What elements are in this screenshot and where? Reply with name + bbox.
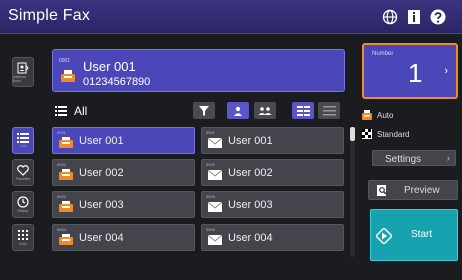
start-button[interactable]: Start — [370, 209, 458, 261]
entry-number: 0003 — [206, 194, 215, 199]
preview-icon — [377, 185, 387, 196]
address-book-icon — [17, 62, 29, 73]
resolution-icon — [362, 129, 372, 139]
list-view-icon — [322, 105, 336, 115]
selected-phone: 01234567890 — [83, 76, 151, 88]
fax-icon — [59, 169, 73, 180]
grid-view-icon — [296, 105, 310, 116]
entry-name: User 004 — [79, 232, 124, 244]
address-entry[interactable]: 0003 User 003 — [201, 191, 344, 218]
standard-label: Standard — [377, 130, 410, 139]
single-user-filter-button[interactable] — [227, 102, 249, 119]
globe-icon[interactable] — [382, 9, 398, 25]
heart-icon — [17, 164, 29, 176]
group-filter-button[interactable] — [254, 102, 276, 119]
number-button[interactable]: Number 1 › — [362, 43, 458, 99]
simple-fax-screen: Simple Fax Address Book List Favorites H… — [0, 0, 462, 280]
settings-button[interactable]: Settings › — [372, 150, 456, 166]
entry-number: 0002 — [206, 162, 215, 167]
group-icon — [258, 106, 272, 115]
clock-icon — [17, 196, 29, 208]
auto-label: Auto — [377, 111, 394, 120]
list-icon — [55, 106, 67, 116]
list-view-button[interactable] — [318, 102, 340, 119]
address-book-label: Address Book — [13, 74, 26, 83]
start-label: Start — [411, 229, 433, 240]
entry-name: User 002 — [228, 167, 273, 179]
favorites-button[interactable]: Favorites — [12, 159, 34, 186]
entry-number: 0002 — [57, 162, 66, 167]
selected-number: 0001 — [59, 58, 71, 64]
entry-name: User 003 — [228, 199, 273, 211]
help-icon[interactable] — [430, 9, 446, 25]
page-title: Simple Fax — [8, 7, 91, 24]
info-icon[interactable] — [406, 9, 422, 25]
funnel-icon — [199, 105, 209, 116]
scrollbar-thumb[interactable] — [350, 127, 355, 141]
envelope-icon — [208, 169, 222, 180]
entry-number: 0004 — [57, 227, 66, 232]
fax-icon — [59, 234, 73, 245]
history-button[interactable]: History — [12, 191, 34, 218]
scrollbar[interactable] — [350, 127, 355, 257]
entry-number: 0004 — [206, 227, 215, 232]
entry-name: User 001 — [79, 135, 124, 147]
chevron-right-icon: › — [446, 153, 450, 164]
entry-name: User 001 — [228, 135, 273, 147]
list-icon — [17, 133, 29, 143]
filter-label: All — [74, 104, 88, 118]
entry-name: User 004 — [228, 232, 273, 244]
address-entry[interactable]: 0004 User 004 — [201, 224, 344, 251]
fax-icon — [61, 70, 75, 82]
address-entry[interactable]: 0002 User 002 — [52, 159, 195, 186]
address-entry[interactable]: 0004 User 004 — [52, 224, 195, 251]
selected-name: User 001 — [83, 59, 136, 74]
list-label: List — [20, 144, 26, 148]
selected-recipient[interactable]: 0001 User 001 01234567890 — [52, 49, 345, 92]
favorites-label: Favorites — [15, 176, 31, 181]
preview-button[interactable]: Preview — [368, 180, 458, 200]
envelope-icon — [208, 234, 222, 245]
number-value: 1 — [408, 58, 423, 88]
entry-number: 0001 — [57, 130, 66, 135]
address-entry[interactable]: 0001 User 001 — [52, 127, 195, 154]
auto-icon — [362, 110, 372, 120]
list-button[interactable]: List — [12, 127, 34, 154]
user-icon — [234, 106, 242, 116]
address-book-button[interactable]: Address Book — [12, 57, 34, 87]
fax-icon — [59, 201, 73, 212]
history-label: History — [17, 209, 29, 213]
title-bar: Simple Fax — [0, 0, 462, 34]
start-diamond-icon — [376, 228, 392, 244]
entry-name: User 003 — [79, 199, 124, 211]
grid-view-button[interactable] — [292, 102, 314, 119]
entry-number: 0001 — [206, 130, 215, 135]
entry-name: User 002 — [79, 167, 124, 179]
address-entry[interactable]: 0001 User 001 — [201, 127, 344, 154]
entry-number: 0003 — [57, 194, 66, 199]
fax-icon — [59, 137, 73, 148]
address-entry[interactable]: 0002 User 002 — [201, 159, 344, 186]
settings-label: Settings — [385, 154, 422, 165]
keys-button[interactable]: Keys — [12, 224, 34, 251]
envelope-icon — [208, 137, 222, 148]
filter-button[interactable] — [193, 102, 215, 119]
chevron-right-icon: › — [444, 65, 448, 77]
envelope-icon — [208, 201, 222, 212]
keys-label: Keys — [19, 242, 27, 246]
address-entry[interactable]: 0003 User 003 — [52, 191, 195, 218]
number-label: Number — [372, 51, 394, 57]
keypad-icon — [18, 230, 28, 240]
preview-label: Preview — [404, 185, 440, 196]
